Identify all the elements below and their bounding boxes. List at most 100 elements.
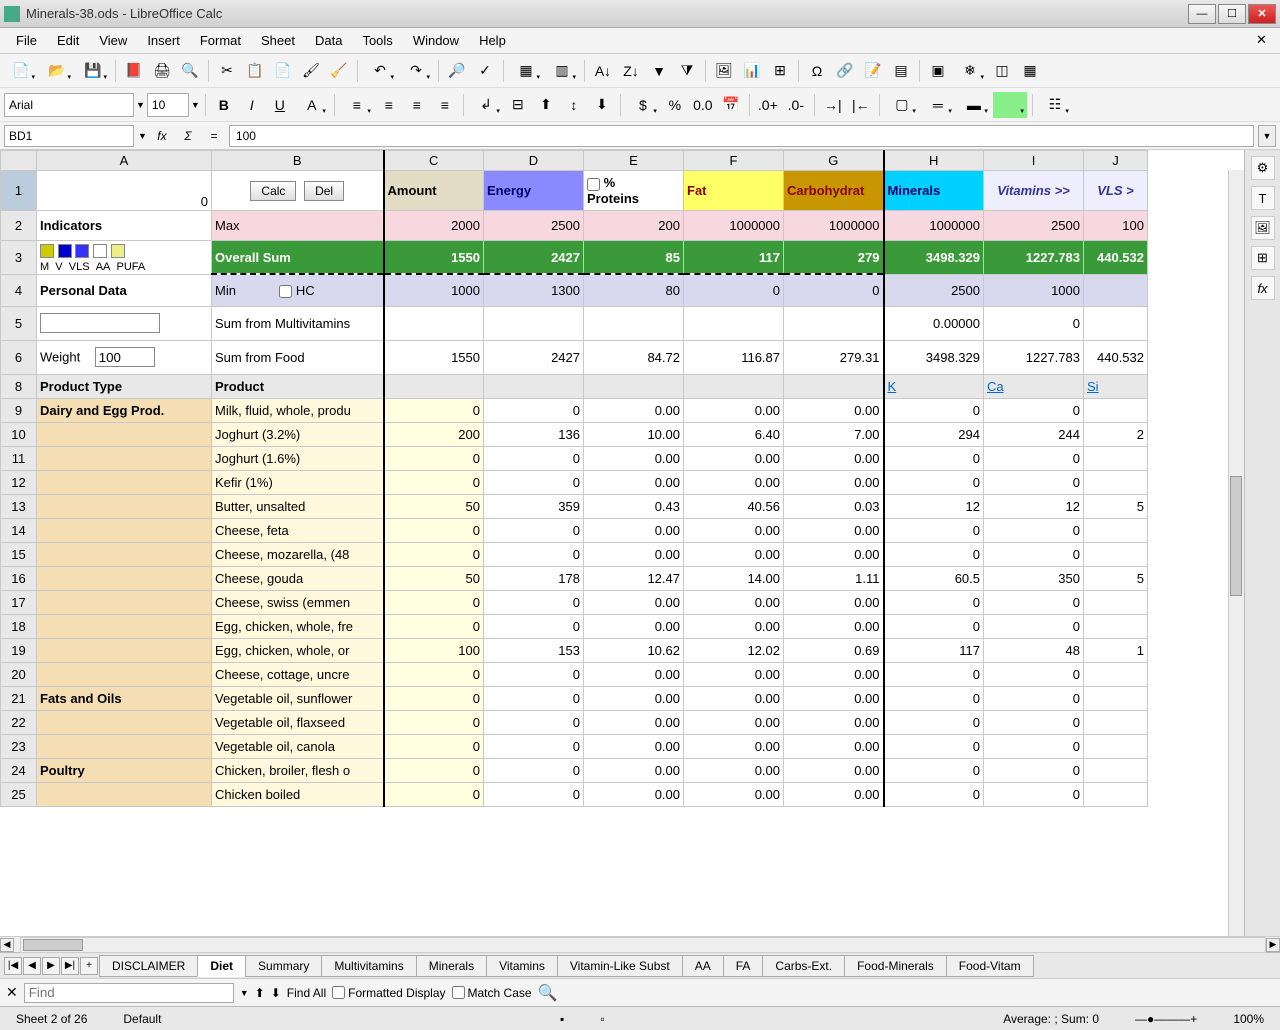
cell[interactable]: 1300	[484, 274, 584, 306]
cell[interactable]: 0.00000	[884, 306, 984, 340]
cell[interactable]: 0	[984, 306, 1084, 340]
row-header[interactable]: 15	[1, 542, 37, 566]
cell[interactable]: 0	[384, 590, 484, 614]
date-format-button[interactable]: 📅	[718, 92, 744, 118]
cell[interactable]: 0.00	[684, 782, 784, 806]
cell[interactable]: 0	[384, 470, 484, 494]
cell[interactable]: 100	[384, 638, 484, 662]
cell[interactable]: 0.00	[784, 686, 884, 710]
cell[interactable]: Cheese, cottage, uncre	[212, 662, 384, 686]
cell[interactable]: 117	[884, 638, 984, 662]
cell[interactable]: 0.00	[584, 590, 684, 614]
sheet-tab[interactable]: DISCLAIMER	[99, 955, 198, 977]
tab-last-button[interactable]: ▶|	[61, 957, 79, 975]
cell[interactable]: 1000000	[784, 211, 884, 241]
cell[interactable]	[1084, 274, 1148, 306]
cell[interactable]: 0.00	[584, 542, 684, 566]
menu-tools[interactable]: Tools	[352, 30, 402, 51]
cell[interactable]	[1084, 398, 1148, 422]
cell[interactable]: Amount	[384, 171, 484, 211]
sheet-tab[interactable]: Food-Minerals	[844, 955, 947, 977]
cell[interactable]: Energy	[484, 171, 584, 211]
cell[interactable]: 0.00	[784, 590, 884, 614]
equals-button[interactable]: =	[203, 125, 225, 147]
cell[interactable]	[1084, 306, 1148, 340]
cell[interactable]	[684, 374, 784, 398]
col-header[interactable]: H	[884, 151, 984, 171]
cell[interactable]: Chicken boiled	[212, 782, 384, 806]
cell[interactable]: 0	[984, 590, 1084, 614]
cell[interactable]: 0	[984, 398, 1084, 422]
cell[interactable]: Min HC	[212, 274, 384, 306]
cell[interactable]: 1000000	[684, 211, 784, 241]
cell[interactable]: 0	[784, 274, 884, 306]
number-format-button[interactable]: 0.0	[690, 92, 716, 118]
autofilter-button[interactable]: ▼	[646, 58, 672, 84]
cell[interactable]: Calc Del	[212, 171, 384, 211]
cell[interactable]: 2427	[484, 340, 584, 374]
cell[interactable]: 0.00	[584, 398, 684, 422]
cell[interactable]: 0	[984, 686, 1084, 710]
cell[interactable]	[484, 306, 584, 340]
sort-asc-button[interactable]: A↓	[590, 58, 616, 84]
freeze-button[interactable]: ❄	[953, 58, 987, 84]
cell[interactable]: 0	[984, 542, 1084, 566]
cell[interactable]: 0	[884, 446, 984, 470]
cell[interactable]: 50	[384, 494, 484, 518]
cell[interactable]: 440.532	[1084, 340, 1148, 374]
cell[interactable]: 2500	[884, 274, 984, 306]
hc-checkbox[interactable]	[279, 285, 292, 298]
pivot-button[interactable]: ⊞	[767, 58, 793, 84]
row-header[interactable]: 21	[1, 686, 37, 710]
col-header[interactable]: I	[984, 151, 1084, 171]
undo-button[interactable]: ↶	[363, 58, 397, 84]
cell[interactable]: 1550	[384, 241, 484, 275]
cell[interactable]: %Proteins	[584, 171, 684, 211]
row-header[interactable]: 22	[1, 710, 37, 734]
cell[interactable]: 12.47	[584, 566, 684, 590]
align-horiz-button[interactable]: ≡	[340, 92, 374, 118]
spreadsheet-area[interactable]: A B C D E F G H I J 1 0 Calc Del Amount	[0, 150, 1244, 936]
cell[interactable]: 0	[884, 782, 984, 806]
matchcase-checkbox[interactable]	[452, 986, 465, 999]
menu-data[interactable]: Data	[305, 30, 352, 51]
cell[interactable]: 0	[484, 398, 584, 422]
conditional-button[interactable]: ☷	[1038, 92, 1072, 118]
cell[interactable]: Chicken, broiler, flesh o	[212, 758, 384, 782]
cell[interactable]	[37, 566, 212, 590]
cell[interactable]: VLS >	[1084, 171, 1148, 211]
cell[interactable]: Cheese, gouda	[212, 566, 384, 590]
cell[interactable]: 0.00	[684, 470, 784, 494]
cell[interactable]: 100	[1084, 211, 1148, 241]
cell[interactable]: Personal Data	[37, 274, 212, 306]
find-input[interactable]	[24, 983, 234, 1003]
cell[interactable]: Butter, unsalted	[212, 494, 384, 518]
sidebar-functions-icon[interactable]: fx	[1251, 276, 1275, 300]
row-header[interactable]: 25	[1, 782, 37, 806]
cell[interactable]: 0.00	[684, 686, 784, 710]
find-dropdown-icon[interactable]: ▼	[240, 988, 249, 998]
row-header[interactable]: 17	[1, 590, 37, 614]
find-next-button[interactable]: ⬇	[271, 986, 281, 1000]
cell[interactable]	[37, 470, 212, 494]
align-vcenter-button[interactable]: ↕	[561, 92, 587, 118]
cell[interactable]: Ca	[984, 374, 1084, 398]
wrap-text-button[interactable]: ↲	[469, 92, 503, 118]
bold-button[interactable]: B	[211, 92, 237, 118]
insert-chart-button[interactable]: 📊	[739, 58, 765, 84]
cell[interactable]: 0.00	[784, 614, 884, 638]
cell[interactable]	[1084, 446, 1148, 470]
cell[interactable]	[584, 374, 684, 398]
zoom-slider[interactable]: —●———+	[1127, 1012, 1205, 1026]
cell[interactable]: 0.00	[684, 710, 784, 734]
cell[interactable]: 117	[684, 241, 784, 275]
cell[interactable]: 0	[884, 734, 984, 758]
hyperlink-button[interactable]: 🔗	[832, 58, 858, 84]
cell[interactable]: 0.00	[684, 398, 784, 422]
cell[interactable]: Weight	[37, 340, 212, 374]
cell[interactable]	[37, 446, 212, 470]
formula-input[interactable]	[229, 125, 1254, 147]
tab-add-button[interactable]: +	[80, 957, 98, 975]
proteins-checkbox[interactable]	[587, 178, 600, 191]
underline-button[interactable]: U	[267, 92, 293, 118]
